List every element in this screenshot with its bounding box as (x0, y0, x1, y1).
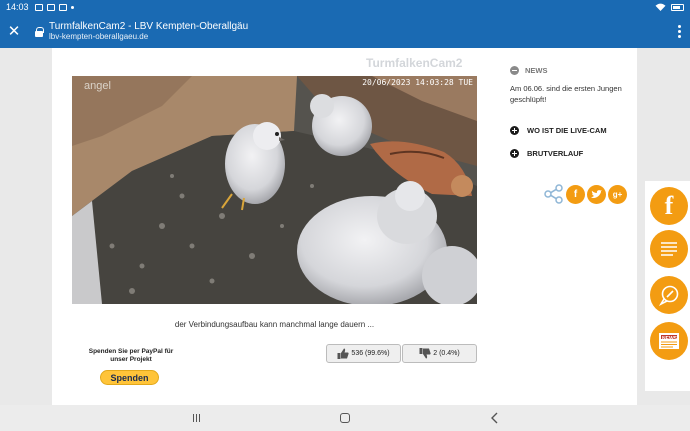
page-content: TurmfalkenCam2 angel 20/06/2023 14:03:28… (52, 48, 637, 405)
close-button[interactable]: ✕ (1, 14, 27, 48)
wifi-icon (655, 3, 666, 11)
home-button[interactable] (338, 411, 352, 425)
lock-icon (35, 26, 44, 37)
battery-icon (671, 3, 684, 11)
nest-image (72, 76, 477, 304)
menu-dot-icon (677, 29, 681, 33)
close-icon: ✕ (7, 23, 21, 40)
system-navigation-bar (0, 405, 690, 431)
minus-circle-icon (510, 66, 519, 75)
sidebar-link-label: BRUTVERLAUF (527, 149, 584, 158)
news-text: Am 06.06. sind die ersten Jungen geschlü… (510, 84, 622, 104)
thumbs-down-button[interactable]: 2 (0.4%) (402, 344, 477, 363)
menu-dot-icon (677, 24, 681, 28)
thumbs-up-button[interactable]: 536 (99.6%) (326, 344, 401, 363)
more-notifications-icon (70, 5, 74, 9)
thumbs-up-count: 536 (99.6%) (351, 350, 390, 357)
connection-status-text: der Verbindungsaufbau kann manchmal lang… (174, 320, 375, 329)
sidebar-link-label: WO IST DIE LIVE-CAM (527, 126, 607, 135)
floating-action-bar: f NEWS (645, 181, 690, 391)
facebook-icon[interactable]: f (566, 184, 585, 204)
gallery-notification-icon (34, 3, 43, 11)
donation-label: Spenden Sie per PayPal für unser Projekt (88, 348, 174, 363)
plus-circle-icon (510, 149, 519, 158)
chat-button[interactable] (650, 276, 688, 314)
menu-dot-icon (677, 34, 681, 38)
page-title: TurmfalkenCam2 - LBV Kempten-Oberallgäu (49, 20, 249, 32)
app-notification-icon (46, 3, 55, 11)
news-heading: NEWS (525, 66, 548, 75)
sidebar-link-live-cam[interactable]: WO IST DIE LIVE-CAM (510, 126, 607, 135)
status-time: 14:03 (6, 2, 29, 12)
camera-timestamp: 20/06/2023 14:03:28 TUE (362, 78, 473, 87)
recent-apps-icon (195, 414, 197, 422)
news-badge: NEWS (662, 336, 677, 342)
image-notification-icon (58, 3, 67, 11)
plus-circle-icon (510, 126, 519, 135)
chat-icon (658, 285, 679, 306)
twitter-icon[interactable] (587, 184, 606, 204)
paypal-donate-button[interactable]: Spenden (100, 370, 159, 385)
back-icon (491, 412, 498, 424)
thumbs-down-count: 2 (0.4%) (433, 350, 460, 357)
facebook-icon: f (664, 191, 674, 220)
thumbs-down-icon (419, 348, 431, 359)
live-camera-view[interactable]: angel 20/06/2023 14:03:28 TUE (72, 76, 477, 304)
document-button[interactable] (650, 230, 688, 268)
google-plus-icon[interactable]: g+ (608, 184, 627, 204)
status-bar: 14:03 (0, 0, 690, 14)
camera-brand-watermark: angel (84, 80, 111, 92)
back-button[interactable] (487, 411, 501, 425)
sidebar-link-brutverlauf[interactable]: BRUTVERLAUF (510, 149, 583, 158)
recent-apps-icon (198, 414, 200, 422)
document-icon (661, 242, 677, 256)
camera-title: TurmfalkenCam2 (366, 56, 463, 70)
page-url: lbv-kempten-oberallgaeu.de (49, 32, 149, 42)
share-bar: f g+ (544, 184, 627, 204)
news-toggle[interactable]: NEWS (510, 66, 548, 75)
toolbar-title-block[interactable]: TurmfalkenCam2 - LBV Kempten-Oberallgäu … (49, 21, 248, 42)
share-icon[interactable] (544, 184, 564, 204)
news-button[interactable]: NEWS (650, 322, 688, 360)
browser-toolbar: ✕ TurmfalkenCam2 - LBV Kempten-Oberallgä… (0, 14, 690, 48)
status-indicators (655, 3, 684, 11)
facebook-button[interactable]: f (650, 187, 688, 225)
recent-apps-button[interactable] (189, 411, 203, 425)
recent-apps-icon (192, 414, 194, 422)
home-icon (340, 413, 350, 423)
overflow-menu-button[interactable] (668, 14, 690, 48)
thumbs-up-icon (337, 348, 350, 359)
